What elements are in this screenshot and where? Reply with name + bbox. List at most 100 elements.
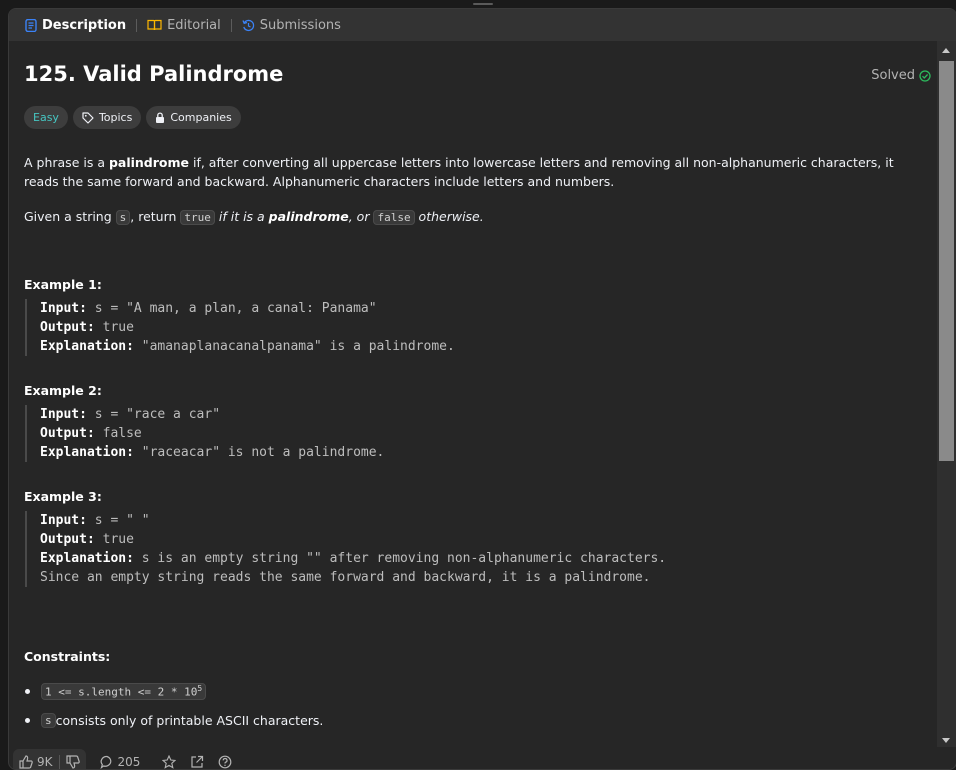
description-paragraph-2: Given a string s, return true if it is a…: [24, 207, 919, 227]
text: otherwise.: [414, 209, 484, 224]
explanation-label: Explanation:: [40, 339, 134, 354]
star-icon: [162, 755, 177, 769]
example-heading: Example 1:: [24, 277, 102, 292]
solved-label: Solved: [871, 68, 915, 83]
input-value: s = " ": [86, 513, 150, 528]
output-label: Output:: [40, 320, 95, 335]
scroll-up-arrow[interactable]: [942, 48, 950, 53]
palindrome-term: palindrome: [268, 209, 349, 224]
help-icon: [219, 755, 232, 769]
tab-description-label: Description: [42, 17, 127, 33]
topics-button[interactable]: Topics: [72, 106, 142, 129]
topics-label: Topics: [98, 111, 133, 124]
text: if it is a: [214, 209, 269, 224]
output-label: Output:: [40, 532, 95, 547]
example-output-line: Output: true: [40, 318, 455, 337]
thumbs-down-icon[interactable]: [65, 755, 80, 769]
input-label: Input:: [40, 301, 87, 316]
scroll-thumb[interactable]: [939, 61, 954, 461]
description-icon: [25, 18, 37, 32]
exponent: 5: [197, 684, 203, 693]
example-heading: Example 3:: [24, 489, 102, 504]
share-icon: [191, 755, 204, 768]
inline-code: true: [180, 210, 215, 225]
lock-icon: [156, 112, 165, 123]
input-value: s = "A man, a plan, a canal: Panama": [86, 301, 377, 316]
constraint-item: s consists only of printable ASCII chara…: [24, 713, 323, 728]
companies-label: Companies: [170, 111, 232, 124]
constraint-item: 1 <= s.length <= 2 * 105: [24, 683, 207, 700]
example-input-line: Input: s = "A man, a plan, a canal: Pana…: [40, 299, 455, 318]
text: , return: [130, 209, 181, 224]
example-heading: Example 2:: [24, 383, 102, 398]
explanation-label: Explanation:: [40, 445, 134, 460]
scroll-down-arrow[interactable]: [942, 738, 950, 743]
tag-row: Easy Topics Companies: [24, 106, 241, 129]
example-output-line: Output: false: [40, 424, 384, 443]
constraint-text: consists only of printable ASCII charact…: [55, 713, 324, 728]
footer-bar: 9K 205: [9, 747, 956, 769]
companies-button[interactable]: Companies: [146, 106, 241, 129]
vertical-scrollbar[interactable]: [937, 41, 956, 747]
example-block: Input: s = "race a car" Output: false Expl…: [25, 405, 384, 462]
example-explanation-line: Explanation: "amanaplanacanalpanama" is …: [40, 337, 455, 356]
difficulty-badge[interactable]: Easy: [24, 106, 68, 129]
example-output-line: Output: true: [40, 530, 666, 549]
tab-divider: [136, 18, 138, 32]
panel-drag-handle[interactable]: [473, 3, 493, 5]
example-explanation-line: Since an empty string reads the same for…: [40, 570, 651, 585]
text: , or: [348, 209, 374, 224]
example-input-line: Input: s = " ": [40, 511, 666, 530]
output-value: true: [94, 320, 134, 335]
input-label: Input:: [40, 513, 87, 528]
explanation-value: "amanaplanacanalpanama" is a palindrome.: [133, 339, 455, 354]
example-explanation-line: Explanation: s is an empty string "" aft…: [40, 549, 666, 568]
output-label: Output:: [40, 426, 95, 441]
tab-divider: [230, 18, 232, 32]
inline-code: s: [41, 713, 56, 728]
input-label: Input:: [40, 407, 87, 422]
history-icon: [242, 19, 254, 31]
comment-count: 205: [117, 755, 141, 769]
check-circle-icon: [919, 69, 931, 82]
vote-divider: [58, 755, 60, 769]
explanation-value: "raceacar" is not a palindrome.: [133, 445, 385, 460]
constraint-code: 1 <= s.length <= 2 * 10: [45, 685, 198, 699]
input-value: s = "race a car": [86, 407, 221, 422]
text: Given a string: [24, 209, 116, 224]
constraints-heading: Constraints:: [24, 649, 111, 664]
tab-submissions[interactable]: Submissions: [238, 18, 345, 33]
problem-panel: Description Editorial Submissions 125. V…: [8, 8, 956, 770]
problem-title: 125. Valid Palindrome: [24, 62, 284, 86]
inline-code: false: [373, 210, 415, 225]
inline-code: s: [115, 210, 131, 225]
book-icon: [147, 19, 162, 31]
solved-status: Solved: [871, 68, 931, 83]
vote-group: 9K: [13, 749, 86, 769]
palindrome-term: palindrome: [108, 155, 190, 170]
explanation-label: Explanation:: [40, 551, 134, 566]
bullet: [25, 688, 30, 694]
comment-icon: [99, 755, 111, 769]
like-count: 9K: [37, 755, 53, 769]
problem-description: 125. Valid Palindrome Solved Easy Topics…: [9, 41, 935, 747]
description-paragraph-1: A phrase is a palindrome if, after conve…: [24, 153, 919, 191]
favorite-button[interactable]: [162, 755, 177, 769]
tab-bar: Description Editorial Submissions: [9, 9, 956, 41]
bullet: [25, 718, 30, 723]
example-block: Input: s = "A man, a plan, a canal: Pana…: [25, 299, 455, 356]
example-input-line: Input: s = "race a car": [40, 405, 384, 424]
tag-icon: [82, 111, 94, 124]
tab-description[interactable]: Description: [21, 18, 130, 33]
output-value: false: [94, 426, 142, 441]
inline-code: 1 <= s.length <= 2 * 105: [41, 683, 207, 700]
share-button[interactable]: [190, 755, 204, 769]
text: A phrase is a: [24, 155, 109, 170]
like-button[interactable]: 9K: [19, 755, 53, 769]
tab-editorial[interactable]: Editorial: [143, 18, 225, 33]
comments-button[interactable]: 205: [99, 755, 141, 769]
explanation-value: s is an empty string "" after removing n…: [133, 551, 667, 566]
help-button[interactable]: [218, 755, 232, 769]
thumbs-up-icon: [19, 755, 33, 769]
example-explanation-line: Explanation: "raceacar" is not a palindr…: [40, 443, 384, 462]
